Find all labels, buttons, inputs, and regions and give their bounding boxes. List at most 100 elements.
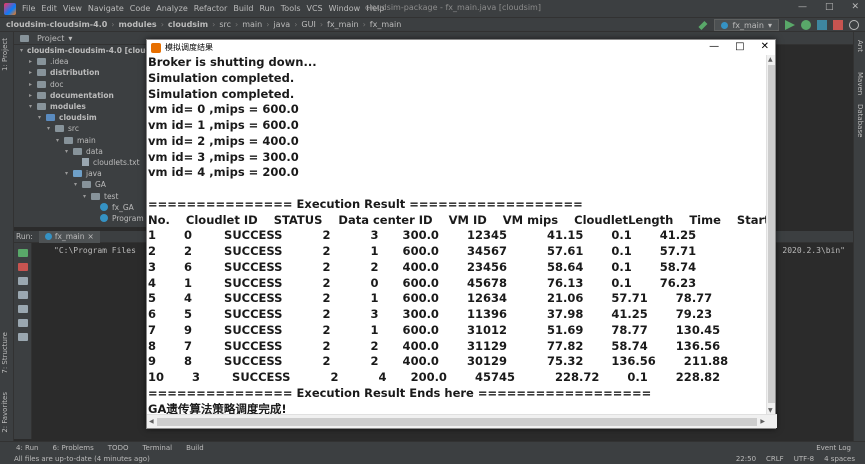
stop-icon[interactable] (833, 20, 843, 30)
caret-position[interactable]: 22:50 (736, 455, 756, 463)
tree-item[interactable]: ▾ cloudsim (14, 112, 147, 123)
menu-vcs[interactable]: VCS (307, 4, 323, 13)
tree-item[interactable]: ▸ documentation (14, 90, 147, 101)
tree-item[interactable]: ▾ data (14, 146, 147, 157)
trash-icon[interactable] (18, 319, 28, 327)
tab-run[interactable]: 4: Run (16, 444, 38, 452)
favorites-tool-button[interactable]: 2: Favorites (1, 392, 9, 433)
chevron-down-icon[interactable]: ▾ (56, 137, 64, 144)
breadcrumb-item[interactable]: fx_main (327, 20, 359, 29)
close-icon[interactable]: ✕ (851, 2, 859, 12)
breadcrumb-item[interactable]: modules (119, 20, 157, 29)
search-icon[interactable] (849, 20, 859, 30)
breadcrumb-item[interactable]: java (273, 20, 290, 29)
chevron-down-icon[interactable]: ▾ (74, 181, 82, 188)
tree-item[interactable]: ▸ .idea (14, 56, 147, 67)
run-configuration-select[interactable]: fx_main ▾ (714, 19, 779, 31)
exit-icon[interactable] (18, 291, 28, 299)
event-log-button[interactable]: Event Log (816, 444, 851, 452)
menu-refactor[interactable]: Refactor (194, 4, 228, 13)
tree-item[interactable]: ▾ GA (14, 179, 147, 190)
menu-run[interactable]: Run (259, 4, 274, 13)
vertical-scrollbar[interactable]: ▲ ▼ (766, 55, 775, 415)
tree-item[interactable]: ▸ distribution (14, 67, 147, 78)
chevron-down-icon[interactable]: ▾ (29, 103, 37, 110)
breadcrumb-item[interactable]: GUI (301, 20, 315, 29)
minimize-icon[interactable]: — (798, 2, 807, 12)
scroll-up-icon[interactable]: ▲ (768, 56, 773, 63)
chevron-right-icon[interactable]: ▸ (29, 58, 37, 65)
result-text-area[interactable]: Broker is shutting down... Simulation com… (147, 55, 767, 415)
scroll-left-icon[interactable]: ◀ (149, 418, 154, 425)
output-line: vm id= 2 ,mips = 400.0 (148, 133, 299, 148)
run-icon[interactable] (785, 20, 795, 30)
settings-icon[interactable] (18, 305, 28, 313)
debug-icon[interactable] (801, 20, 811, 30)
close-icon[interactable]: × (88, 232, 94, 241)
tab-terminal[interactable]: Terminal (142, 444, 172, 452)
breadcrumb-item[interactable]: fx_main (370, 20, 402, 29)
horizontal-scroll-thumb[interactable] (157, 418, 757, 426)
breadcrumb-item[interactable]: cloudsim (168, 20, 208, 29)
project-tool-button[interactable]: 1: Project (1, 38, 9, 71)
scroll-right-icon[interactable]: ▶ (760, 418, 765, 425)
run-tab[interactable]: fx_main × (38, 230, 100, 243)
chevron-down-icon[interactable]: ▾ (65, 170, 73, 177)
tree-item[interactable]: fx_GA (14, 202, 147, 213)
menu-code[interactable]: Code (130, 4, 150, 13)
chevron-right-icon[interactable]: ▸ (29, 92, 37, 99)
menu-tools[interactable]: Tools (281, 4, 301, 13)
chevron-down-icon[interactable]: ▾ (47, 125, 55, 132)
scroll-down-icon[interactable]: ▼ (768, 407, 773, 414)
minimize-icon[interactable]: — (709, 41, 719, 52)
tree-item[interactable]: ▾ main (14, 135, 147, 146)
menu-file[interactable]: File (22, 4, 35, 13)
tab-problems[interactable]: 6: Problems (52, 444, 93, 452)
chevron-down-icon[interactable]: ▾ (83, 193, 91, 200)
maximize-icon[interactable]: □ (825, 2, 834, 12)
tree-item[interactable]: ▸ doc (14, 79, 147, 90)
stop-icon[interactable] (18, 263, 28, 271)
chevron-right-icon[interactable]: ▸ (29, 81, 37, 88)
chevron-down-icon[interactable]: ▾ (65, 148, 73, 155)
chevron-down-icon[interactable]: ▾ (68, 34, 72, 43)
tree-item[interactable]: ▾ test (14, 190, 147, 201)
indent-setting[interactable]: 4 spaces (824, 455, 855, 463)
build-hammer-icon[interactable] (698, 21, 708, 30)
line-separator[interactable]: CRLF (766, 455, 784, 463)
menu-navigate[interactable]: Navigate (88, 4, 124, 13)
menu-edit[interactable]: Edit (41, 4, 57, 13)
tree-item[interactable]: Program (14, 213, 147, 224)
coverage-icon[interactable] (817, 20, 827, 30)
breadcrumb-item[interactable]: main (242, 20, 262, 29)
tree-item[interactable]: ▾ java (14, 168, 147, 179)
rerun-icon[interactable] (18, 249, 28, 257)
breadcrumb-item[interactable]: src (219, 20, 231, 29)
close-icon[interactable]: ✕ (761, 41, 769, 52)
menu-analyze[interactable]: Analyze (156, 4, 188, 13)
tree-item[interactable]: cloudlets.txt (14, 157, 147, 168)
menu-window[interactable]: Window (329, 4, 361, 13)
tree-item[interactable]: ▾ src (14, 123, 147, 134)
pin-icon[interactable] (18, 333, 28, 341)
maven-tool-button[interactable]: Maven (856, 72, 864, 95)
database-tool-button[interactable]: Database (856, 104, 864, 137)
menu-build[interactable]: Build (233, 4, 253, 13)
structure-tool-button[interactable]: 7: Structure (1, 332, 9, 374)
project-panel-title[interactable]: Project (37, 34, 64, 43)
camera-icon[interactable] (18, 277, 28, 285)
vertical-scroll-thumb[interactable] (768, 65, 775, 403)
file-encoding[interactable]: UTF-8 (794, 455, 814, 463)
menu-view[interactable]: View (63, 4, 82, 13)
breadcrumb-item[interactable]: cloudsim-cloudsim-4.0 (6, 20, 107, 29)
chevron-right-icon[interactable]: ▸ (29, 69, 37, 76)
maximize-icon[interactable]: □ (735, 41, 744, 52)
tab-todo[interactable]: TODO (108, 444, 129, 452)
tree-item[interactable]: ▾ cloudsim-cloudsim-4.0 [cloudsim (14, 45, 166, 56)
chevron-down-icon[interactable]: ▾ (38, 114, 46, 121)
tree-item[interactable]: ▾ modules (14, 101, 147, 112)
tab-build[interactable]: Build (186, 444, 204, 452)
ant-tool-button[interactable]: Ant (856, 40, 864, 52)
chevron-down-icon[interactable]: ▾ (20, 47, 23, 54)
horizontal-scrollbar[interactable]: ◀ ▶ (147, 414, 777, 428)
